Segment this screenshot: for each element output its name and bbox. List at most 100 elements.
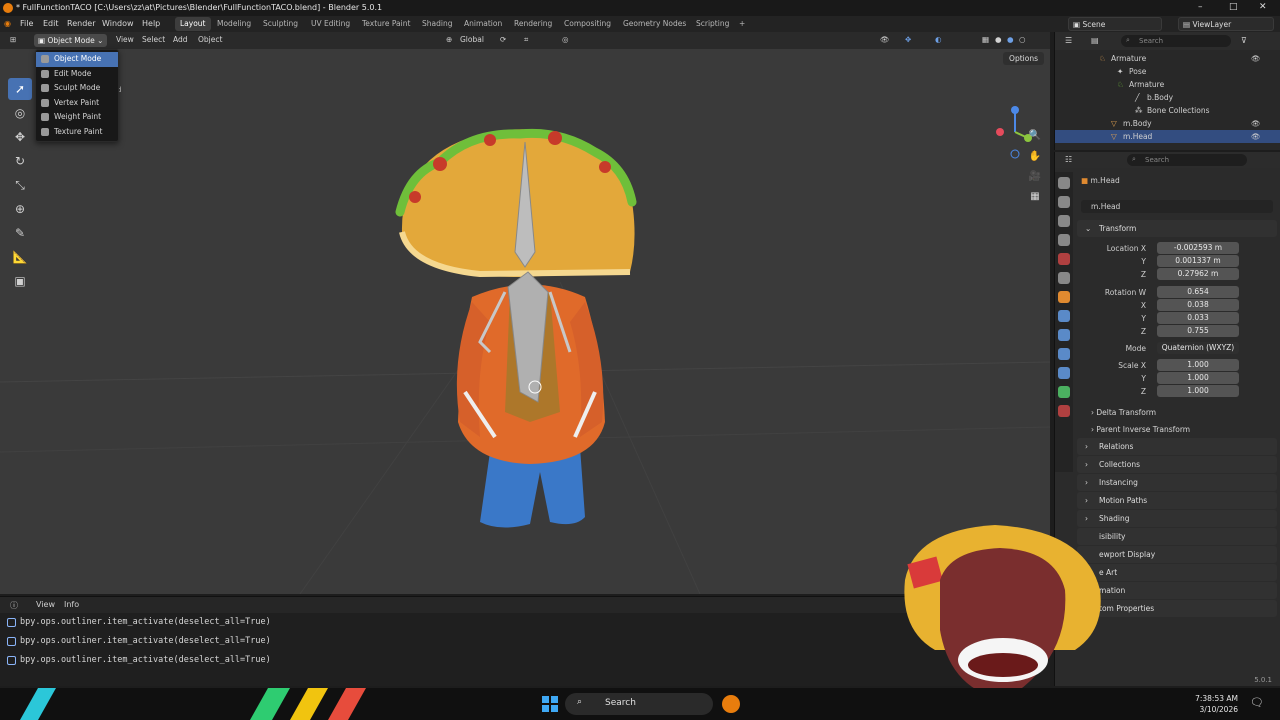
info-menu-view[interactable]: View — [36, 600, 55, 609]
perspective-toggle-icon[interactable]: ▦ — [1028, 191, 1042, 205]
dropdown-item-texture-paint[interactable]: Texture Paint — [36, 125, 118, 140]
eye-icon[interactable]: 👁 — [1251, 132, 1261, 141]
3d-viewport[interactable]: ⊞ ▣ Object Mode ⌄ View Select Add Object… — [0, 32, 1050, 594]
pan-hand-icon[interactable]: ✋ — [1028, 151, 1042, 165]
annotate-tool-icon[interactable]: ✎ — [8, 222, 32, 244]
overlay-toggle-icon[interactable]: ◐ — [935, 35, 942, 44]
console-line[interactable]: bpy.ops.outliner.item_activate(deselect_… — [0, 651, 1050, 670]
tab-texture-paint[interactable]: Texture Paint — [357, 17, 415, 31]
transform-tool-icon[interactable]: ⊕ — [8, 198, 32, 220]
location-x-field[interactable]: -0.002593 m — [1157, 242, 1239, 254]
viewport-menu-object[interactable]: Object — [198, 35, 222, 44]
add-cube-tool-icon[interactable]: ▣ — [8, 270, 32, 292]
subpanel-parent-inverse-transform[interactable]: › Parent Inverse Transform — [1091, 425, 1190, 434]
outliner-row-armature[interactable]: ♘ Armature 👁 — [1055, 52, 1280, 65]
tab-rendering[interactable]: Rendering — [509, 17, 557, 31]
view-layer-selector[interactable]: ▤ ViewLayer — [1178, 17, 1274, 31]
notification-icon[interactable]: 🗨 — [1250, 696, 1264, 709]
scale-y-field[interactable]: 1.000 — [1157, 372, 1239, 384]
scale-x-field[interactable]: 1.000 — [1157, 359, 1239, 371]
tab-scripting[interactable]: Scripting — [691, 17, 734, 31]
select-tool-icon[interactable]: ➚ — [8, 78, 32, 100]
options-button[interactable]: Options — [1003, 52, 1044, 65]
outliner-row-m-head[interactable]: ▽ m.Head 👁 — [1055, 130, 1280, 143]
modifier-tab-icon[interactable] — [1058, 310, 1070, 322]
outliner-row-b-body[interactable]: ╱ b.Body — [1055, 91, 1280, 104]
rotation-x-field[interactable]: 0.038 — [1157, 299, 1239, 311]
scene-tab-icon[interactable] — [1058, 253, 1070, 265]
blender-menu-icon[interactable]: ◉ — [4, 19, 11, 28]
viewport-menu-select[interactable]: Select — [142, 35, 165, 44]
panel-instancing[interactable]: › Instancing — [1077, 474, 1277, 491]
output-tab-icon[interactable] — [1058, 215, 1070, 227]
taco-character-model[interactable] — [380, 92, 660, 532]
shading-solid-icon[interactable]: ● — [995, 35, 1002, 44]
editor-type-icon[interactable]: ⓘ — [10, 600, 18, 611]
panel-motion-paths[interactable]: › Motion Paths — [1077, 492, 1277, 509]
maximize-button[interactable]: □ — [1229, 2, 1238, 12]
panel-transform[interactable]: ⌄ Transform — [1077, 220, 1277, 237]
tab-uv-editing[interactable]: UV Editing — [306, 17, 355, 31]
subpanel-delta-transform[interactable]: › Delta Transform — [1091, 408, 1156, 417]
menu-window[interactable]: Window — [102, 19, 134, 28]
editor-type-icon[interactable]: ⊞ — [10, 35, 16, 44]
blender-taskbar-icon[interactable] — [722, 695, 740, 713]
dropdown-item-object-mode[interactable]: Object Mode — [36, 52, 118, 67]
tab-layout[interactable]: Layout — [175, 17, 211, 31]
measure-tool-icon[interactable]: 📐 — [8, 246, 32, 268]
object-name-row[interactable]: ■ m.Head — [1081, 176, 1120, 185]
shading-material-icon[interactable]: ● — [1007, 35, 1014, 44]
console-line[interactable]: bpy.ops.outliner.item_activate(deselect_… — [0, 613, 1050, 632]
rotation-y-field[interactable]: 0.033 — [1157, 312, 1239, 324]
orientation-select[interactable]: Global — [460, 35, 484, 44]
world-tab-icon[interactable] — [1058, 272, 1070, 284]
physics-tab-icon[interactable] — [1058, 348, 1070, 360]
shading-rendered-icon[interactable]: ○ — [1019, 35, 1026, 44]
tab-animation[interactable]: Animation — [459, 17, 507, 31]
outliner-row-pose[interactable]: ✦ Pose — [1055, 65, 1280, 78]
scale-tool-icon[interactable]: ⤡ — [8, 174, 32, 196]
properties-editor-icon[interactable]: ☷ — [1065, 155, 1072, 164]
outliner-search-input[interactable]: ⌕ Search — [1121, 35, 1231, 47]
console-line[interactable]: bpy.ops.outliner.item_activate(deselect_… — [0, 632, 1050, 651]
outliner-editor-icon[interactable]: ☰ — [1065, 36, 1072, 45]
xray-icon[interactable]: ▦ — [982, 35, 989, 44]
scale-z-field[interactable]: 1.000 — [1157, 385, 1239, 397]
filter-display-icon[interactable]: ▤ — [1091, 36, 1099, 45]
info-menu-info[interactable]: Info — [64, 600, 79, 609]
rotate-tool-icon[interactable]: ↻ — [8, 150, 32, 172]
constraints-tab-icon[interactable] — [1058, 367, 1070, 379]
properties-search-input[interactable]: ⌕ Search — [1127, 154, 1247, 166]
visibility-icon[interactable]: 👁 — [880, 35, 890, 44]
add-workspace-button[interactable]: + — [734, 17, 750, 31]
render-tab-icon[interactable] — [1058, 196, 1070, 208]
viewport-menu-add[interactable]: Add — [173, 35, 188, 44]
scene-selector[interactable]: ▣ Scene — [1068, 17, 1162, 31]
rotation-z-field[interactable]: 0.755 — [1157, 325, 1239, 337]
rotation-w-field[interactable]: 0.654 — [1157, 286, 1239, 298]
tab-geometry-nodes[interactable]: Geometry Nodes — [618, 17, 691, 31]
tab-modeling[interactable]: Modeling — [212, 17, 256, 31]
zoom-icon[interactable]: 🔍 — [1028, 130, 1042, 144]
filter-icon[interactable]: ⊽ — [1241, 36, 1247, 45]
camera-view-icon[interactable]: 🎥 — [1028, 171, 1042, 185]
dropdown-item-vertex-paint[interactable]: Vertex Paint — [36, 96, 118, 111]
windows-start-icon[interactable] — [542, 696, 558, 712]
panel-relations[interactable]: › Relations — [1077, 438, 1277, 455]
menu-render[interactable]: Render — [67, 19, 95, 28]
taskbar-search[interactable]: ⌕ Search — [565, 693, 713, 715]
gizmo-toggle-icon[interactable]: ✥ — [905, 35, 911, 44]
minimize-button[interactable]: – — [1198, 2, 1203, 12]
object-mode-select[interactable]: ▣ Object Mode ⌄ — [34, 34, 108, 47]
proportional-edit-icon[interactable]: ◎ — [562, 35, 569, 44]
tool-tab-icon[interactable] — [1058, 177, 1070, 189]
move-tool-icon[interactable]: ✥ — [8, 126, 32, 148]
outliner-row-bone-collections[interactable]: ⁂ Bone Collections — [1055, 104, 1280, 117]
eye-icon[interactable]: 👁 — [1251, 119, 1261, 128]
tab-sculpting[interactable]: Sculpting — [258, 17, 303, 31]
location-y-field[interactable]: 0.001337 m — [1157, 255, 1239, 267]
snap-icon[interactable]: ⌗ — [524, 35, 528, 45]
tab-shading[interactable]: Shading — [417, 17, 457, 31]
outliner-row-armature-data[interactable]: ♘ Armature — [1055, 78, 1280, 91]
tab-compositing[interactable]: Compositing — [559, 17, 616, 31]
